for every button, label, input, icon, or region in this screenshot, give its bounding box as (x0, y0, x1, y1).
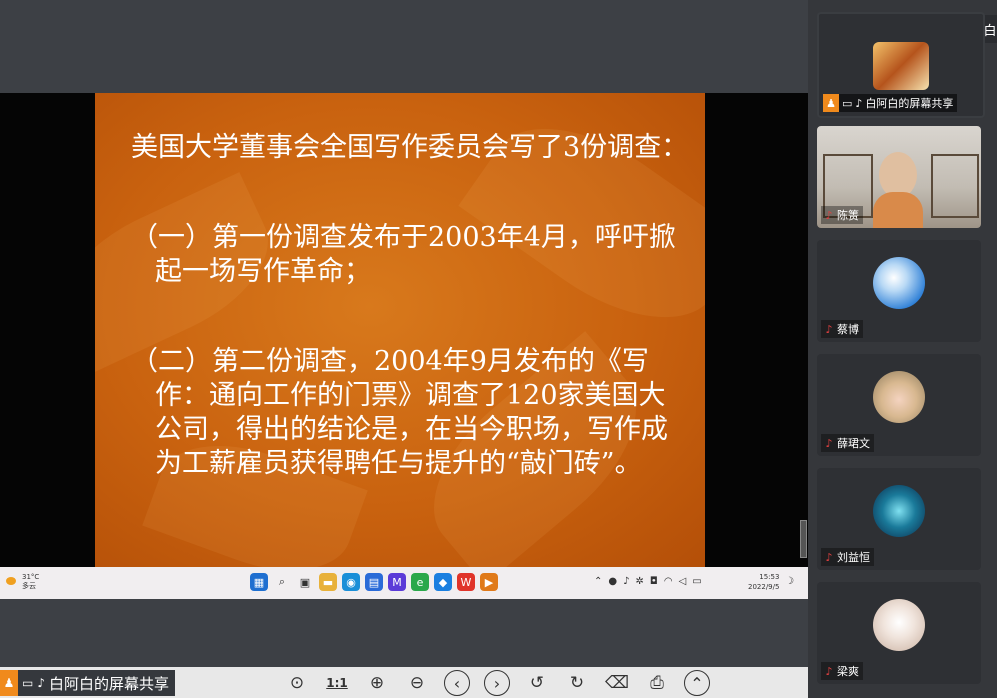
slide-line-2: （一）第一份调查发布于2003年4月，呼吁掀起一场写作革命； (131, 222, 676, 287)
share-owner-name: 白阿白的屏幕共享 (49, 674, 170, 693)
microphone-muted-icon: ♪ (825, 208, 833, 222)
meeting-icon[interactable]: ◆ (434, 573, 452, 591)
viewer-toolbar: ♟ ▭ ♪ 白阿白的屏幕共享 ⊙ 1:1 ⊕ ⊖ ‹ › ↺ ↻ ⌫ ⎙ ⌃ (0, 667, 808, 698)
participant-name: 白阿白的屏幕共享 (865, 97, 954, 110)
battery-icon[interactable]: ▭ (692, 576, 701, 587)
file-explorer-icon[interactable]: ▬ (319, 573, 337, 591)
store-icon[interactable]: ▤ (365, 573, 383, 591)
microphone-muted-icon: ♪ (825, 550, 833, 564)
participant-namebar: ♪ 梁爽 (821, 662, 863, 680)
weather-icon (6, 577, 16, 585)
delete-icon[interactable]: ⌫ (604, 670, 630, 696)
screen-share-icon: ▭ (22, 676, 34, 690)
shared-screen-area: 美国大学董事会全国写作委员会写了3份调查： （一）第一份调查发布于2003年4月… (0, 0, 808, 698)
microphone-icon: ♪ (855, 96, 863, 110)
clock-date: 2022/9/5 (748, 583, 780, 591)
participant-namebar: ♟ ▭ ♪ 白阿白的屏幕共享 (823, 94, 958, 112)
weather-desc: 多云 (22, 582, 36, 590)
volume-icon[interactable]: ◁ (679, 576, 687, 587)
scroll-handle[interactable] (800, 520, 807, 558)
microphone-icon: ♪ (37, 676, 46, 690)
participant-namebar: ♪ 薛珺文 (821, 434, 874, 452)
participant-tile[interactable]: ♪ 蔡博 (817, 240, 981, 342)
system-tray: ⌃ ● ♪ ✲ ◘ ◠ ◁ ▭ (594, 576, 702, 587)
avatar (873, 257, 925, 309)
network-app-icon[interactable]: ✲ (636, 576, 644, 587)
microphone-icon[interactable]: ♪ (623, 576, 629, 587)
participant-name: 梁爽 (837, 665, 859, 678)
participant-name: 陈箦 (837, 209, 859, 222)
zoom-in-icon[interactable]: ⊕ (364, 670, 390, 696)
slide-line-1: 美国大学董事会全国写作委员会写了3份调查： (131, 132, 689, 163)
slideshow-icon[interactable]: ▶ (480, 573, 498, 591)
weather-widget[interactable]: 31°C 多云 (6, 573, 39, 591)
tray-wps-icon[interactable]: ◘ (650, 576, 658, 587)
shared-thumbnail (873, 42, 929, 90)
participant-name: 刘益恒 (837, 551, 870, 564)
notification-icon[interactable]: ☽ (785, 576, 794, 587)
screen-share-icon: ▭ (842, 96, 853, 110)
clock-time: 15:53 (759, 573, 780, 581)
view-tools: ⊙ 1:1 ⊕ ⊖ ‹ › ↺ ↻ ⌫ ⎙ ⌃ (284, 670, 710, 696)
wifi-icon[interactable]: ◠ (664, 576, 673, 587)
slide-text: 美国大学董事会全国写作委员会写了3份调查： （一）第一份调查发布于2003年4月… (131, 131, 691, 537)
more-icon[interactable]: ⌃ (684, 670, 710, 696)
mouse-icon[interactable]: ⊙ (284, 670, 310, 696)
participant-tile[interactable]: ♪ 刘益恒 (817, 468, 981, 570)
participant-namebar: ♪ 刘益恒 (821, 548, 874, 566)
share-owner-label: ♟ ▭ ♪ 白阿白的屏幕共享 (0, 670, 176, 696)
ie-icon[interactable]: e (411, 573, 429, 591)
person-icon: ♟ (823, 94, 839, 112)
slide-line-3: （二）第二份调查，2004年9月发布的《写作：通向工作的门票》调查了120家美国… (131, 346, 668, 479)
participant-name: 蔡博 (837, 323, 859, 336)
rotate-right-icon[interactable]: ↻ (564, 670, 590, 696)
microphone-muted-icon: ♪ (825, 436, 833, 450)
avatar (873, 371, 925, 423)
microphone-muted-icon: ♪ (825, 664, 833, 678)
person-icon: ♟ (0, 670, 18, 696)
participant-tile[interactable]: ♪ 陈箦 (817, 126, 981, 228)
participant-tile[interactable]: ♟ ▭ ♪ 白阿白的屏幕共享 (817, 12, 985, 118)
wps-icon[interactable]: W (457, 573, 475, 591)
taskbar-apps: ▦ ⌕ ▣ ▬ ◉ ▤ Me ◆ W ▶ (250, 573, 498, 591)
participant-namebar: ♪ 陈箦 (821, 206, 863, 224)
next-icon[interactable]: › (484, 670, 510, 696)
windows-taskbar: 31°C 多云 ▦ ⌕ ▣ ▬ ◉ ▤ Me ◆ W ▶ ⌃ ● ♪ ✲ ◘ ◠ ◁ ▭ 15:5… (0, 567, 808, 599)
avatar (873, 485, 925, 537)
presentation-slide: 美国大学董事会全国写作委员会写了3份调查： （一）第一份调查发布于2003年4月… (95, 93, 705, 567)
rotate-left-icon[interactable]: ↺ (524, 670, 550, 696)
app-icon[interactable]: M (388, 573, 406, 591)
microphone-muted-icon: ♪ (825, 322, 833, 336)
actual-size-button[interactable]: 1:1 (324, 670, 350, 696)
chevron-up-icon[interactable]: ⌃ (594, 576, 602, 587)
zoom-out-icon[interactable]: ⊖ (404, 670, 430, 696)
tray-app-icon[interactable]: ● (608, 576, 617, 587)
participant-name: 薛珺文 (837, 437, 870, 450)
weather-temp: 31°C (22, 573, 40, 581)
print-icon[interactable]: ⎙ (644, 670, 670, 696)
task-view-icon[interactable]: ▣ (296, 573, 314, 591)
participant-tile[interactable]: ♪ 薛珺文 (817, 354, 981, 456)
previous-icon[interactable]: ‹ (444, 670, 470, 696)
taskbar-clock[interactable]: 15:53 2022/9/5 (748, 572, 779, 592)
search-icon[interactable]: ⌕ (273, 573, 291, 591)
edge-icon[interactable]: ◉ (342, 573, 360, 591)
avatar (873, 599, 925, 651)
participant-tile[interactable]: ♪ 梁爽 (817, 582, 981, 684)
windows-start-icon[interactable]: ▦ (250, 573, 268, 591)
participant-namebar: ♪ 蔡博 (821, 320, 863, 338)
